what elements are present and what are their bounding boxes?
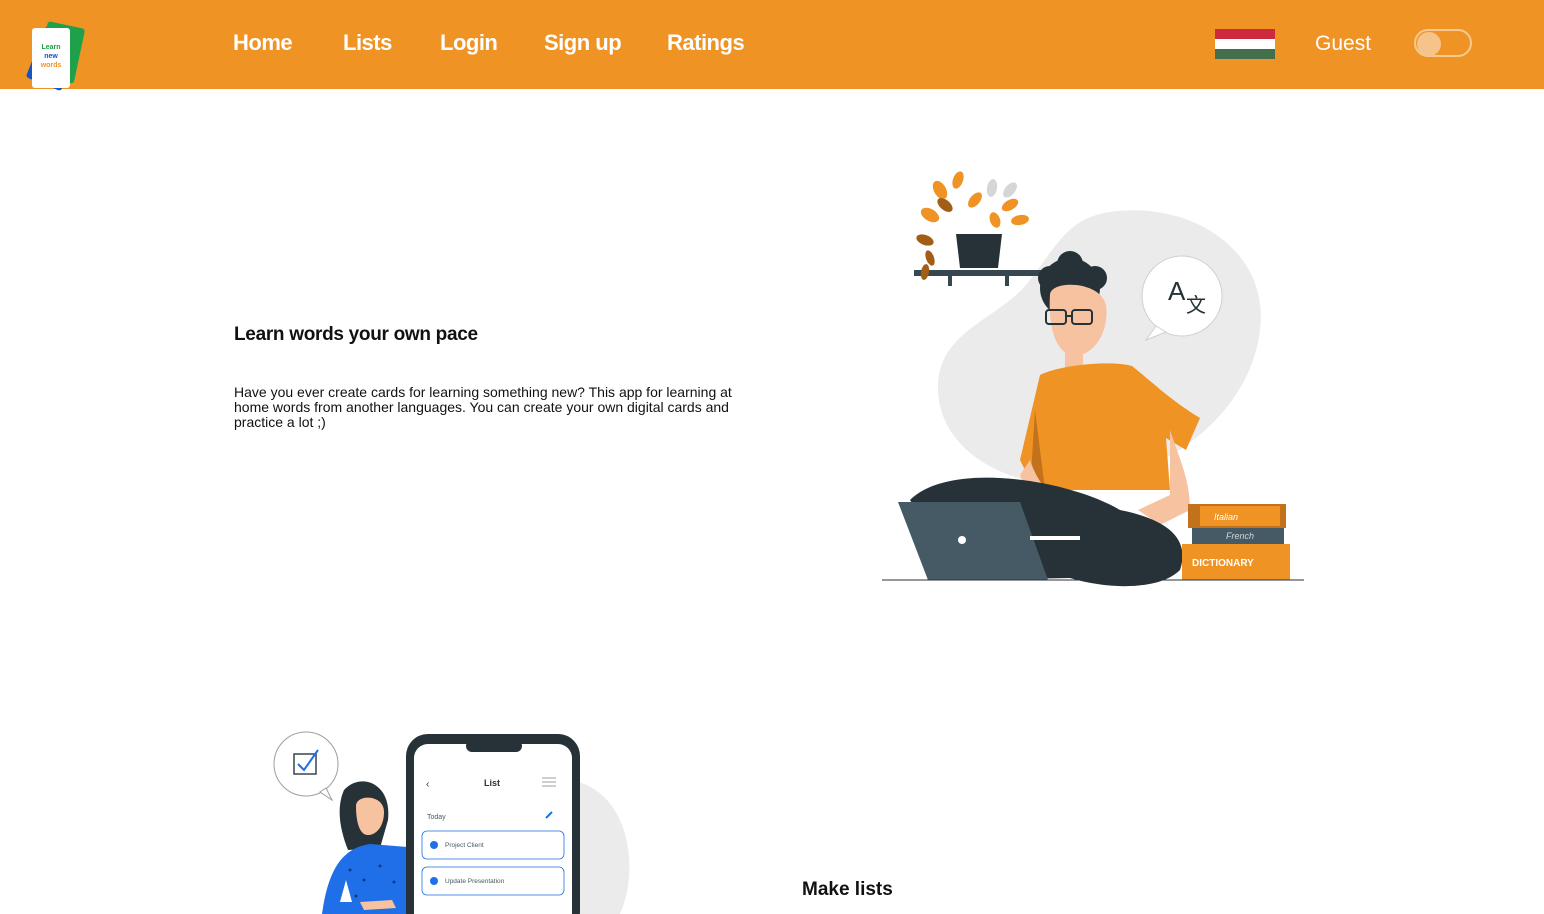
translate-glyph-a: A bbox=[1168, 276, 1186, 306]
top-navbar: Learn new words Home Lists Login Sign up… bbox=[0, 0, 1544, 91]
hungary-flag-icon[interactable] bbox=[1215, 29, 1275, 59]
book-italian-label: Italian bbox=[1214, 512, 1238, 522]
logo-word-3: words bbox=[40, 62, 62, 69]
nav-login-link[interactable]: Login bbox=[440, 30, 498, 56]
phone-today-label: Today bbox=[427, 814, 446, 821]
hero-description: Have you ever create cards for learning … bbox=[234, 384, 732, 430]
section-make-lists-title: Make lists bbox=[802, 879, 893, 900]
app-logo[interactable]: Learn new words bbox=[20, 18, 96, 104]
hero-title: Learn words your own pace bbox=[234, 324, 478, 345]
theme-toggle[interactable] bbox=[1414, 29, 1472, 57]
translate-glyph-b: 文 bbox=[1186, 293, 1206, 317]
phone-item-1: Project Client bbox=[445, 842, 484, 849]
logo-word-1: Learn bbox=[41, 44, 60, 51]
student-laptop-illustration: A 文 Italian French DICTIONARY bbox=[882, 171, 1304, 587]
nav-signup-link[interactable]: Sign up bbox=[544, 30, 622, 56]
book-dictionary-label: DICTIONARY bbox=[1192, 558, 1254, 569]
nav-ratings-link[interactable]: Ratings bbox=[667, 30, 745, 56]
nav-home-link[interactable]: Home bbox=[233, 30, 293, 56]
toggle-knob bbox=[1417, 32, 1441, 56]
user-label: Guest bbox=[1315, 32, 1372, 55]
svg-text:‹: ‹ bbox=[426, 779, 429, 790]
nav-lists-link[interactable]: Lists bbox=[343, 30, 392, 56]
phone-list-title: List bbox=[484, 778, 500, 788]
logo-word-2: new bbox=[44, 53, 58, 60]
phone-item-2: Update Presentation bbox=[445, 878, 505, 885]
todo-list-phone-illustration: ‹ List Today Project Client Update Prese… bbox=[273, 731, 630, 914]
book-french-label: French bbox=[1226, 531, 1254, 541]
